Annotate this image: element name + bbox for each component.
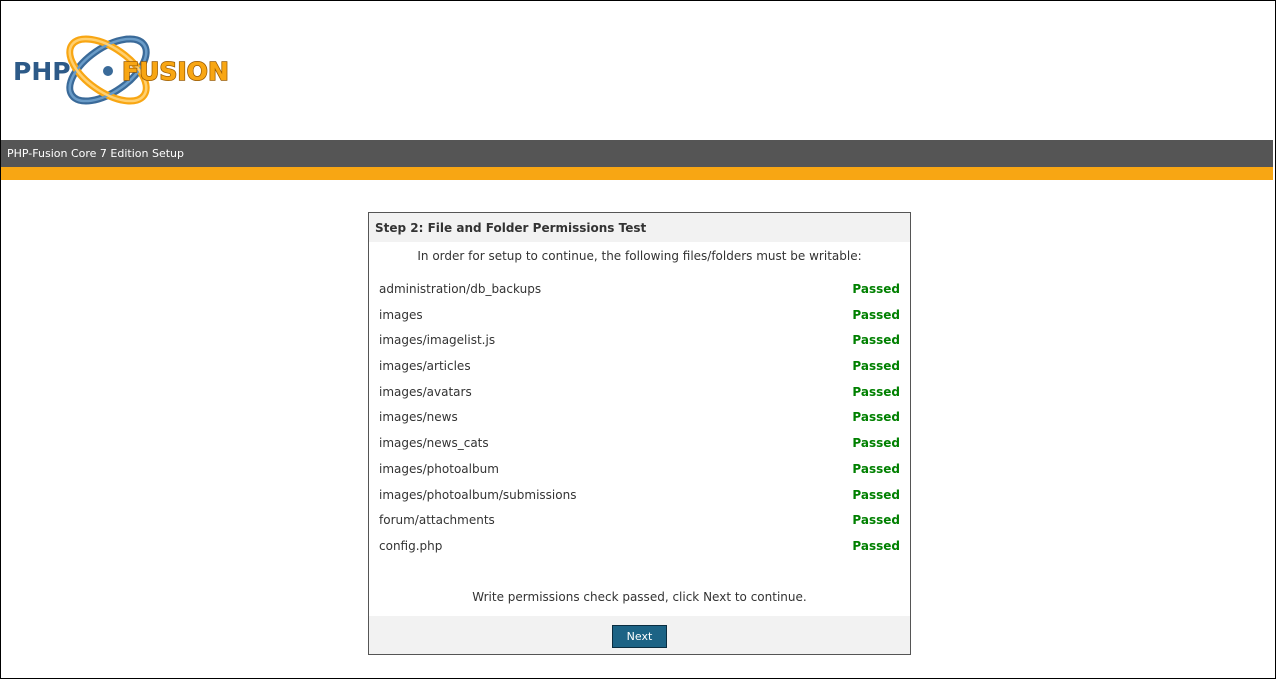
permission-path: images/news bbox=[379, 410, 458, 425]
panel-footer: Next bbox=[369, 616, 910, 654]
permission-path: images/imagelist.js bbox=[379, 333, 496, 348]
accent-bar bbox=[1, 167, 1273, 180]
permission-path: images/avatars bbox=[379, 384, 472, 399]
permission-path: forum/attachments bbox=[379, 513, 495, 528]
permission-row: config.php Passed bbox=[369, 534, 910, 560]
permission-row: images/avatars Passed bbox=[369, 380, 910, 406]
permission-status: Passed bbox=[852, 410, 900, 425]
permission-path: images/articles bbox=[379, 359, 471, 374]
permission-status: Passed bbox=[852, 307, 900, 322]
setup-title: PHP-Fusion Core 7 Edition Setup bbox=[7, 147, 184, 160]
permission-row: administration/db_backups Passed bbox=[369, 277, 910, 303]
permission-status: Passed bbox=[852, 461, 900, 476]
permission-status: Passed bbox=[852, 333, 900, 348]
permission-row: images/photoalbum/submissions Passed bbox=[369, 483, 910, 509]
permission-path: images/photoalbum/submissions bbox=[379, 487, 577, 502]
permission-path: images bbox=[379, 307, 423, 322]
permission-status: Passed bbox=[852, 538, 900, 553]
permission-status: Passed bbox=[852, 282, 900, 296]
logo-text-fusion: FUSION bbox=[122, 57, 229, 86]
permission-path: images/photoalbum bbox=[379, 461, 499, 476]
panel-intro: In order for setup to continue, the foll… bbox=[417, 249, 862, 263]
permission-row: images/imagelist.js Passed bbox=[369, 328, 910, 354]
permission-row: images/photoalbum Passed bbox=[369, 457, 910, 483]
php-fusion-logo: PHP FUSION bbox=[10, 20, 272, 120]
permission-row: images/articles Passed bbox=[369, 354, 910, 380]
setup-title-bar: PHP-Fusion Core 7 Edition Setup bbox=[1, 140, 1273, 167]
permission-path: images/news_cats bbox=[379, 436, 489, 451]
permission-path: administration/db_backups bbox=[379, 282, 542, 296]
permission-row: images/news_cats Passed bbox=[369, 431, 910, 457]
permission-row: images Passed bbox=[369, 303, 910, 329]
permission-row: forum/attachments Passed bbox=[369, 508, 910, 534]
permission-status: Passed bbox=[852, 436, 900, 451]
permissions-list: administration/db_backups Passed images … bbox=[369, 277, 910, 560]
permission-status: Passed bbox=[852, 487, 900, 502]
logo-text-php: PHP bbox=[13, 57, 71, 86]
permission-status: Passed bbox=[852, 513, 900, 528]
permission-status: Passed bbox=[852, 384, 900, 399]
permission-path: config.php bbox=[379, 538, 443, 553]
panel-title: Step 2: File and Folder Permissions Test bbox=[369, 213, 910, 242]
result-message: Write permissions check passed, click Ne… bbox=[472, 590, 807, 604]
permission-row: images/news Passed bbox=[369, 405, 910, 431]
permissions-panel: Step 2: File and Folder Permissions Test… bbox=[368, 212, 911, 655]
permission-status: Passed bbox=[852, 359, 900, 374]
next-button[interactable]: Next bbox=[612, 625, 667, 648]
